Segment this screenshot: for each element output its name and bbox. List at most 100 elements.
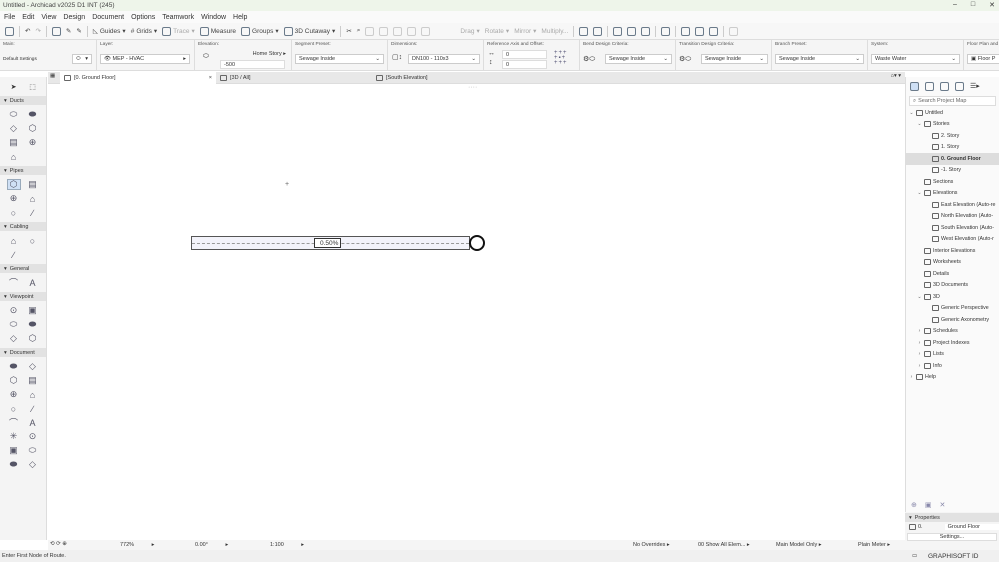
project-map-item[interactable]: › Info xyxy=(906,360,999,372)
redo-icon[interactable]: ↷ xyxy=(35,27,40,35)
viewpoint-tool-1-icon[interactable]: ⊙ xyxy=(7,305,21,316)
groups-button[interactable]: Groups ▾ xyxy=(241,26,279,36)
viewpoint-tool-4-icon[interactable]: ⬬ xyxy=(26,319,40,330)
chevron-icon[interactable]: › xyxy=(917,340,922,346)
bend-criteria-select[interactable]: Sewage Inside ⌄ xyxy=(605,54,672,64)
document-tool-13-icon[interactable]: ▣ xyxy=(7,445,21,456)
floor-plan-canvas[interactable]: + ···· xyxy=(48,84,905,540)
project-map-item[interactable]: ⌄ Stories xyxy=(906,119,999,131)
project-map-item[interactable]: › Project Indexes xyxy=(906,337,999,349)
drag-button[interactable]: Drag ▾ xyxy=(460,27,479,36)
delete-icon[interactable]: ✕ xyxy=(940,501,946,509)
mep-route-icon[interactable] xyxy=(579,26,589,36)
document-tool-14-icon[interactable]: ⬭ xyxy=(26,445,40,456)
overrides[interactable]: No Overrides ▸ xyxy=(633,542,670,548)
document-tool-7-icon[interactable]: ○ xyxy=(7,403,21,414)
zoom-level[interactable]: 772% ▸ xyxy=(120,542,154,548)
general-tool-1-icon[interactable]: ⌒ xyxy=(7,277,21,288)
minimize-button[interactable]: – xyxy=(953,1,957,9)
horizontal-offset-input[interactable]: 0 xyxy=(502,50,547,59)
properties-header[interactable]: ▾ Properties xyxy=(905,513,999,522)
cabling-tool-2-icon[interactable]: ○ xyxy=(26,235,40,246)
rotate-button[interactable]: Rotate ▾ xyxy=(485,27,509,36)
layout-book-icon[interactable] xyxy=(940,81,949,91)
document-tool-4-icon[interactable]: ▤ xyxy=(26,375,40,386)
chevron-icon[interactable]: ⌄ xyxy=(909,110,914,116)
roof-icon[interactable] xyxy=(421,26,431,36)
grids-button[interactable]: # Grids ▾ xyxy=(131,27,157,36)
mep-check-icon[interactable] xyxy=(695,26,705,36)
pipe-end-node[interactable] xyxy=(469,235,485,251)
ducts-tool-4-icon[interactable]: ⬡ xyxy=(26,123,40,134)
project-map-item[interactable]: Generic Perspective xyxy=(906,303,999,315)
ducts-tool-5-icon[interactable]: ▤ xyxy=(7,137,21,148)
close-tab-icon[interactable]: × xyxy=(209,75,212,81)
chevron-icon[interactable]: ⌄ xyxy=(917,294,922,300)
system-select[interactable]: Waste Water ⌄ xyxy=(871,54,960,64)
settings-button[interactable]: Settings... xyxy=(907,533,997,541)
project-map-item[interactable]: ⌄ 3D xyxy=(906,291,999,303)
cabling-tool-1-icon[interactable]: ⌂ xyxy=(7,235,21,246)
pipes-tool-5-icon[interactable]: ○ xyxy=(7,207,21,218)
document-tool-2-icon[interactable]: ◇ xyxy=(26,361,40,372)
view-options-icon[interactable]: ⌂▾ ▾ xyxy=(891,73,901,79)
branch-preset-select[interactable]: Sewage Inside ⌄ xyxy=(775,54,864,64)
mep-layout-icon[interactable] xyxy=(661,26,671,36)
toolbox-section-pipes[interactable]: ▾ Pipes xyxy=(0,166,46,175)
project-map-item[interactable]: Worksheets xyxy=(906,257,999,269)
project-map-item[interactable]: West Elevation (Auto-r xyxy=(906,234,999,246)
graphisoft-id[interactable]: GRAPHISOFT ID xyxy=(928,553,978,560)
project-map-item[interactable]: › Help xyxy=(906,372,999,384)
show-elements[interactable]: 00 Show All Elem... ▸ xyxy=(698,542,750,548)
trim-icon[interactable] xyxy=(365,26,375,36)
mep-zoom-icon[interactable] xyxy=(627,26,637,36)
document-tool-5-icon[interactable]: ⊕ xyxy=(7,389,21,400)
scissors-icon[interactable]: ✂ xyxy=(346,27,351,35)
pipes-tool-4-icon[interactable]: ⌂ xyxy=(26,193,40,204)
project-map-item[interactable]: Generic Axonometry xyxy=(906,314,999,326)
pane-resize-handle[interactable]: ···· xyxy=(468,84,477,91)
project-map-item[interactable]: Details xyxy=(906,268,999,280)
pipes-tool-6-icon[interactable]: ∕ xyxy=(26,207,40,218)
split-icon[interactable] xyxy=(407,26,417,36)
toolbox-section-cabling[interactable]: ▾ Cabling xyxy=(0,222,46,231)
project-map-item[interactable]: ⌄ Untitled xyxy=(906,107,999,119)
document-tool-9-icon[interactable]: ⌒ xyxy=(7,417,21,428)
mirror-button[interactable]: Mirror ▾ xyxy=(514,27,536,36)
offset-icon[interactable] xyxy=(393,26,403,36)
ducts-tool-7-icon[interactable]: ⌂ xyxy=(7,151,21,162)
toolbox-section-document[interactable]: ▾ Document xyxy=(0,348,46,357)
project-map-icon[interactable] xyxy=(910,81,919,91)
menu-help[interactable]: Help xyxy=(233,14,247,21)
story-name-field[interactable]: Ground Floor xyxy=(944,524,999,530)
document-tool-15-icon[interactable]: ⬬ xyxy=(7,459,21,470)
mep-flow-icon[interactable] xyxy=(613,26,623,36)
project-map-item[interactable]: › Schedules xyxy=(906,326,999,338)
document-tool-11-icon[interactable]: ✳ xyxy=(7,431,21,442)
project-map-item[interactable]: -1. Story xyxy=(906,165,999,177)
search-project-map[interactable]: ⌕ Search Project Map xyxy=(909,96,996,106)
chevron-icon[interactable]: ⌄ xyxy=(917,190,922,196)
document-tool-6-icon[interactable]: ⌂ xyxy=(26,389,40,400)
add-icon[interactable]: ⊕ xyxy=(911,501,917,509)
project-map-item[interactable]: South Elevation (Auto- xyxy=(906,222,999,234)
mep-zoom-out-icon[interactable] xyxy=(641,26,651,36)
viewpoint-tool-2-icon[interactable]: ▣ xyxy=(26,305,40,316)
home-icon[interactable] xyxy=(5,26,14,36)
model-view[interactable]: Main Model Only ▸ xyxy=(776,542,822,548)
menu-design[interactable]: Design xyxy=(63,14,85,21)
project-map-item[interactable]: 0. Ground Floor xyxy=(906,153,999,165)
chevron-icon[interactable]: › xyxy=(917,351,922,357)
chevron-icon[interactable]: › xyxy=(917,328,922,334)
project-map-item[interactable]: Interior Elevations xyxy=(906,245,999,257)
project-map-item[interactable]: › Lists xyxy=(906,349,999,361)
menu-file[interactable]: File xyxy=(4,14,15,21)
marquee-tool-icon[interactable]: ⬚ xyxy=(26,81,40,92)
chevron-icon[interactable]: › xyxy=(909,374,914,380)
tab-overview-icon[interactable]: ▦ xyxy=(50,73,55,79)
menu-view[interactable]: View xyxy=(41,14,56,21)
vertical-offset-input[interactable]: 0 xyxy=(502,60,547,69)
pipes-tool-1-icon[interactable]: ⬡ xyxy=(6,179,21,190)
toolbox-section-ducts[interactable]: ▾ Ducts xyxy=(0,96,46,105)
scale[interactable]: 1:100 ▸ xyxy=(270,542,304,548)
